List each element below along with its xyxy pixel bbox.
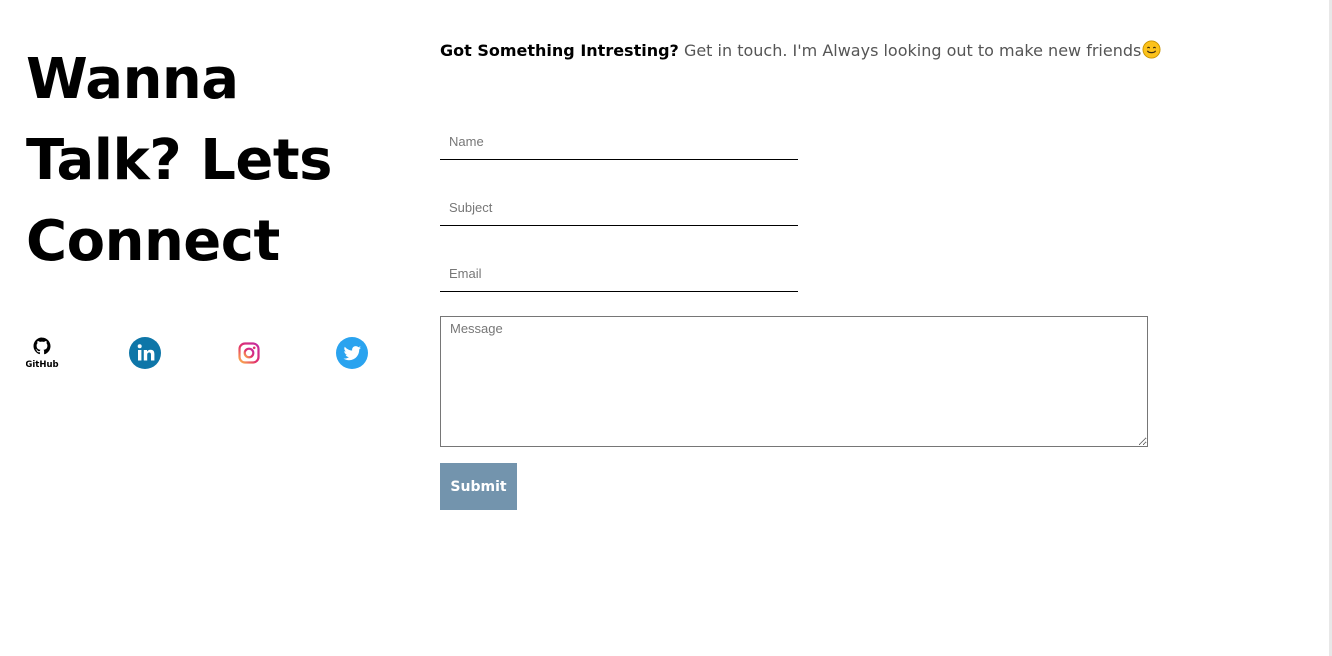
message-field[interactable] [440, 316, 1148, 447]
instagram-icon [238, 342, 260, 364]
headline-line-2: Talk? Lets [26, 128, 332, 193]
subject-field[interactable] [440, 190, 798, 226]
linkedin-icon [129, 337, 161, 369]
twitter-icon [336, 337, 368, 369]
contact-section: Got Something Intresting? Get in touch. … [440, 38, 1161, 64]
contact-page: Wanna Talk? Lets Connect GitHub Got Some… [0, 0, 1332, 656]
tagline-text: Get in touch. I'm Always looking out to … [683, 41, 1142, 60]
twitter-link[interactable] [334, 335, 370, 371]
headline-section: Wanna Talk? Lets Connect [26, 39, 406, 282]
github-label: GitHub [26, 360, 59, 370]
linkedin-link[interactable] [127, 335, 163, 371]
social-links: GitHub [26, 335, 370, 371]
instagram-link[interactable] [231, 335, 267, 371]
smiling-face-icon [1142, 40, 1161, 59]
submit-button[interactable]: Submit [440, 463, 517, 510]
headline-line-3: Connect [26, 209, 280, 274]
email-field[interactable] [440, 256, 798, 292]
name-field[interactable] [440, 124, 798, 160]
tagline-bold: Got Something Intresting? [440, 41, 679, 60]
headline-line-1: Wanna [26, 47, 239, 112]
github-icon: GitHub [26, 337, 59, 370]
contact-tagline: Got Something Intresting? Get in touch. … [440, 38, 1161, 64]
github-link[interactable]: GitHub [26, 335, 62, 371]
